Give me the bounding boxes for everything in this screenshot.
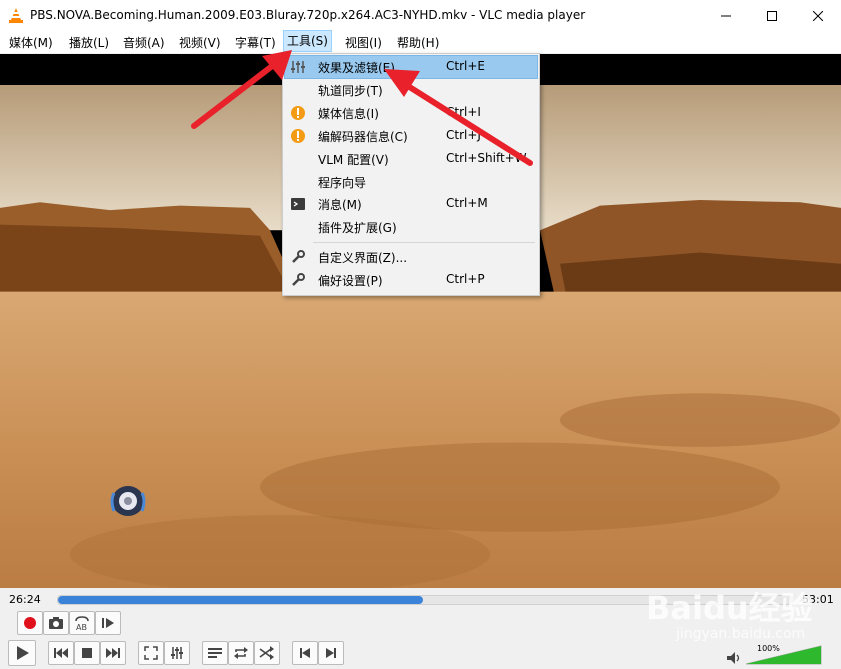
menu-item-vlm-config[interactable]: VLM 配置(V) Ctrl+Shift+W xyxy=(285,148,537,170)
menu-item-customize[interactable]: 自定义界面(Z)... xyxy=(285,246,537,268)
info-icon xyxy=(291,106,305,120)
window-title: PBS.NOVA.Becoming.Human.2009.E03.Bluray.… xyxy=(30,8,586,22)
seek-bar-fill xyxy=(58,596,424,604)
menu-separator xyxy=(313,242,535,243)
vlc-cone-icon xyxy=(9,8,23,23)
wrench-icon xyxy=(292,250,305,263)
volume-slider[interactable] xyxy=(746,645,822,665)
stop-button[interactable] xyxy=(74,641,100,665)
close-icon xyxy=(813,10,823,21)
minimize-button[interactable] xyxy=(703,0,749,31)
play-button[interactable] xyxy=(8,640,36,666)
menu-item-codec-info[interactable]: 编解码器信息(C) Ctrl+J xyxy=(285,125,537,147)
menu-playback[interactable]: 播放(L) xyxy=(69,34,109,51)
previous-icon xyxy=(54,648,68,658)
next-frame-button[interactable] xyxy=(318,641,344,665)
equalizer-icon xyxy=(291,61,305,73)
menu-item-plugins[interactable]: 插件及扩展(G) xyxy=(285,216,537,238)
record-button[interactable] xyxy=(17,611,43,635)
seek-bar[interactable] xyxy=(57,595,792,605)
frame-step-button[interactable] xyxy=(95,611,121,635)
speaker-icon[interactable] xyxy=(726,651,742,665)
next-icon xyxy=(106,648,120,658)
play-icon xyxy=(17,646,29,660)
ab-loop-button[interactable]: AB xyxy=(69,611,95,635)
record-icon xyxy=(24,617,36,629)
menu-item-wizard[interactable]: 程序向导 xyxy=(285,171,537,193)
menu-item-track-sync[interactable]: 轨道同步(T) xyxy=(285,79,537,101)
menu-item-effects-filters[interactable]: 效果及滤镜(E) Ctrl+E xyxy=(284,55,538,79)
previous-button[interactable] xyxy=(48,641,74,665)
minimize-icon xyxy=(721,15,731,16)
info-icon xyxy=(291,129,305,143)
shuffle-icon xyxy=(259,646,274,660)
wrench-icon xyxy=(292,273,305,286)
menu-bar: 媒体(M) 播放(L) 音频(A) 视频(V) 字幕(T) 工具(S) 视图(I… xyxy=(0,30,841,53)
extended-settings-button[interactable] xyxy=(164,641,190,665)
ab-loop-icon: AB xyxy=(75,616,89,631)
maximize-icon xyxy=(767,10,777,21)
svg-text:AB: AB xyxy=(76,623,87,631)
frame-step-icon xyxy=(102,618,114,628)
flying-object-icon xyxy=(110,486,146,516)
terminal-icon xyxy=(291,198,305,210)
menu-media[interactable]: 媒体(M) xyxy=(9,34,53,51)
playlist-icon xyxy=(208,648,222,658)
menu-item-media-info[interactable]: 媒体信息(I) Ctrl+I xyxy=(285,102,537,124)
menu-view[interactable]: 视图(I) xyxy=(345,34,382,51)
previous-frame-button[interactable] xyxy=(292,641,318,665)
title-bar: PBS.NOVA.Becoming.Human.2009.E03.Bluray.… xyxy=(0,0,841,31)
elapsed-time: 26:24 xyxy=(9,593,41,606)
equalizer-icon xyxy=(171,647,183,659)
loop-button[interactable] xyxy=(228,641,254,665)
skip-back-icon xyxy=(300,648,310,658)
next-button[interactable] xyxy=(100,641,126,665)
snapshot-button[interactable] xyxy=(43,611,69,635)
loop-icon xyxy=(234,647,248,659)
menu-tools[interactable]: 工具(S) xyxy=(283,30,332,52)
menu-video[interactable]: 视频(V) xyxy=(179,34,221,51)
menu-item-preferences[interactable]: 偏好设置(P) Ctrl+P xyxy=(285,269,537,291)
shuffle-button[interactable] xyxy=(254,641,280,665)
tools-menu: 效果及滤镜(E) Ctrl+E 轨道同步(T) 媒体信息(I) Ctrl+I 编… xyxy=(282,53,540,296)
maximize-button[interactable] xyxy=(749,0,795,31)
total-time: 53:01 xyxy=(802,593,834,606)
camera-icon xyxy=(49,617,63,629)
fullscreen-button[interactable] xyxy=(138,641,164,665)
fullscreen-icon xyxy=(144,646,158,660)
menu-audio[interactable]: 音频(A) xyxy=(123,34,165,51)
menu-help[interactable]: 帮助(H) xyxy=(397,34,439,51)
close-button[interactable] xyxy=(795,0,841,31)
stop-icon xyxy=(82,648,92,658)
menu-subtitle[interactable]: 字幕(T) xyxy=(235,34,276,51)
skip-forward-icon xyxy=(326,648,336,658)
menu-item-messages[interactable]: 消息(M) Ctrl+M xyxy=(285,193,537,215)
playlist-button[interactable] xyxy=(202,641,228,665)
